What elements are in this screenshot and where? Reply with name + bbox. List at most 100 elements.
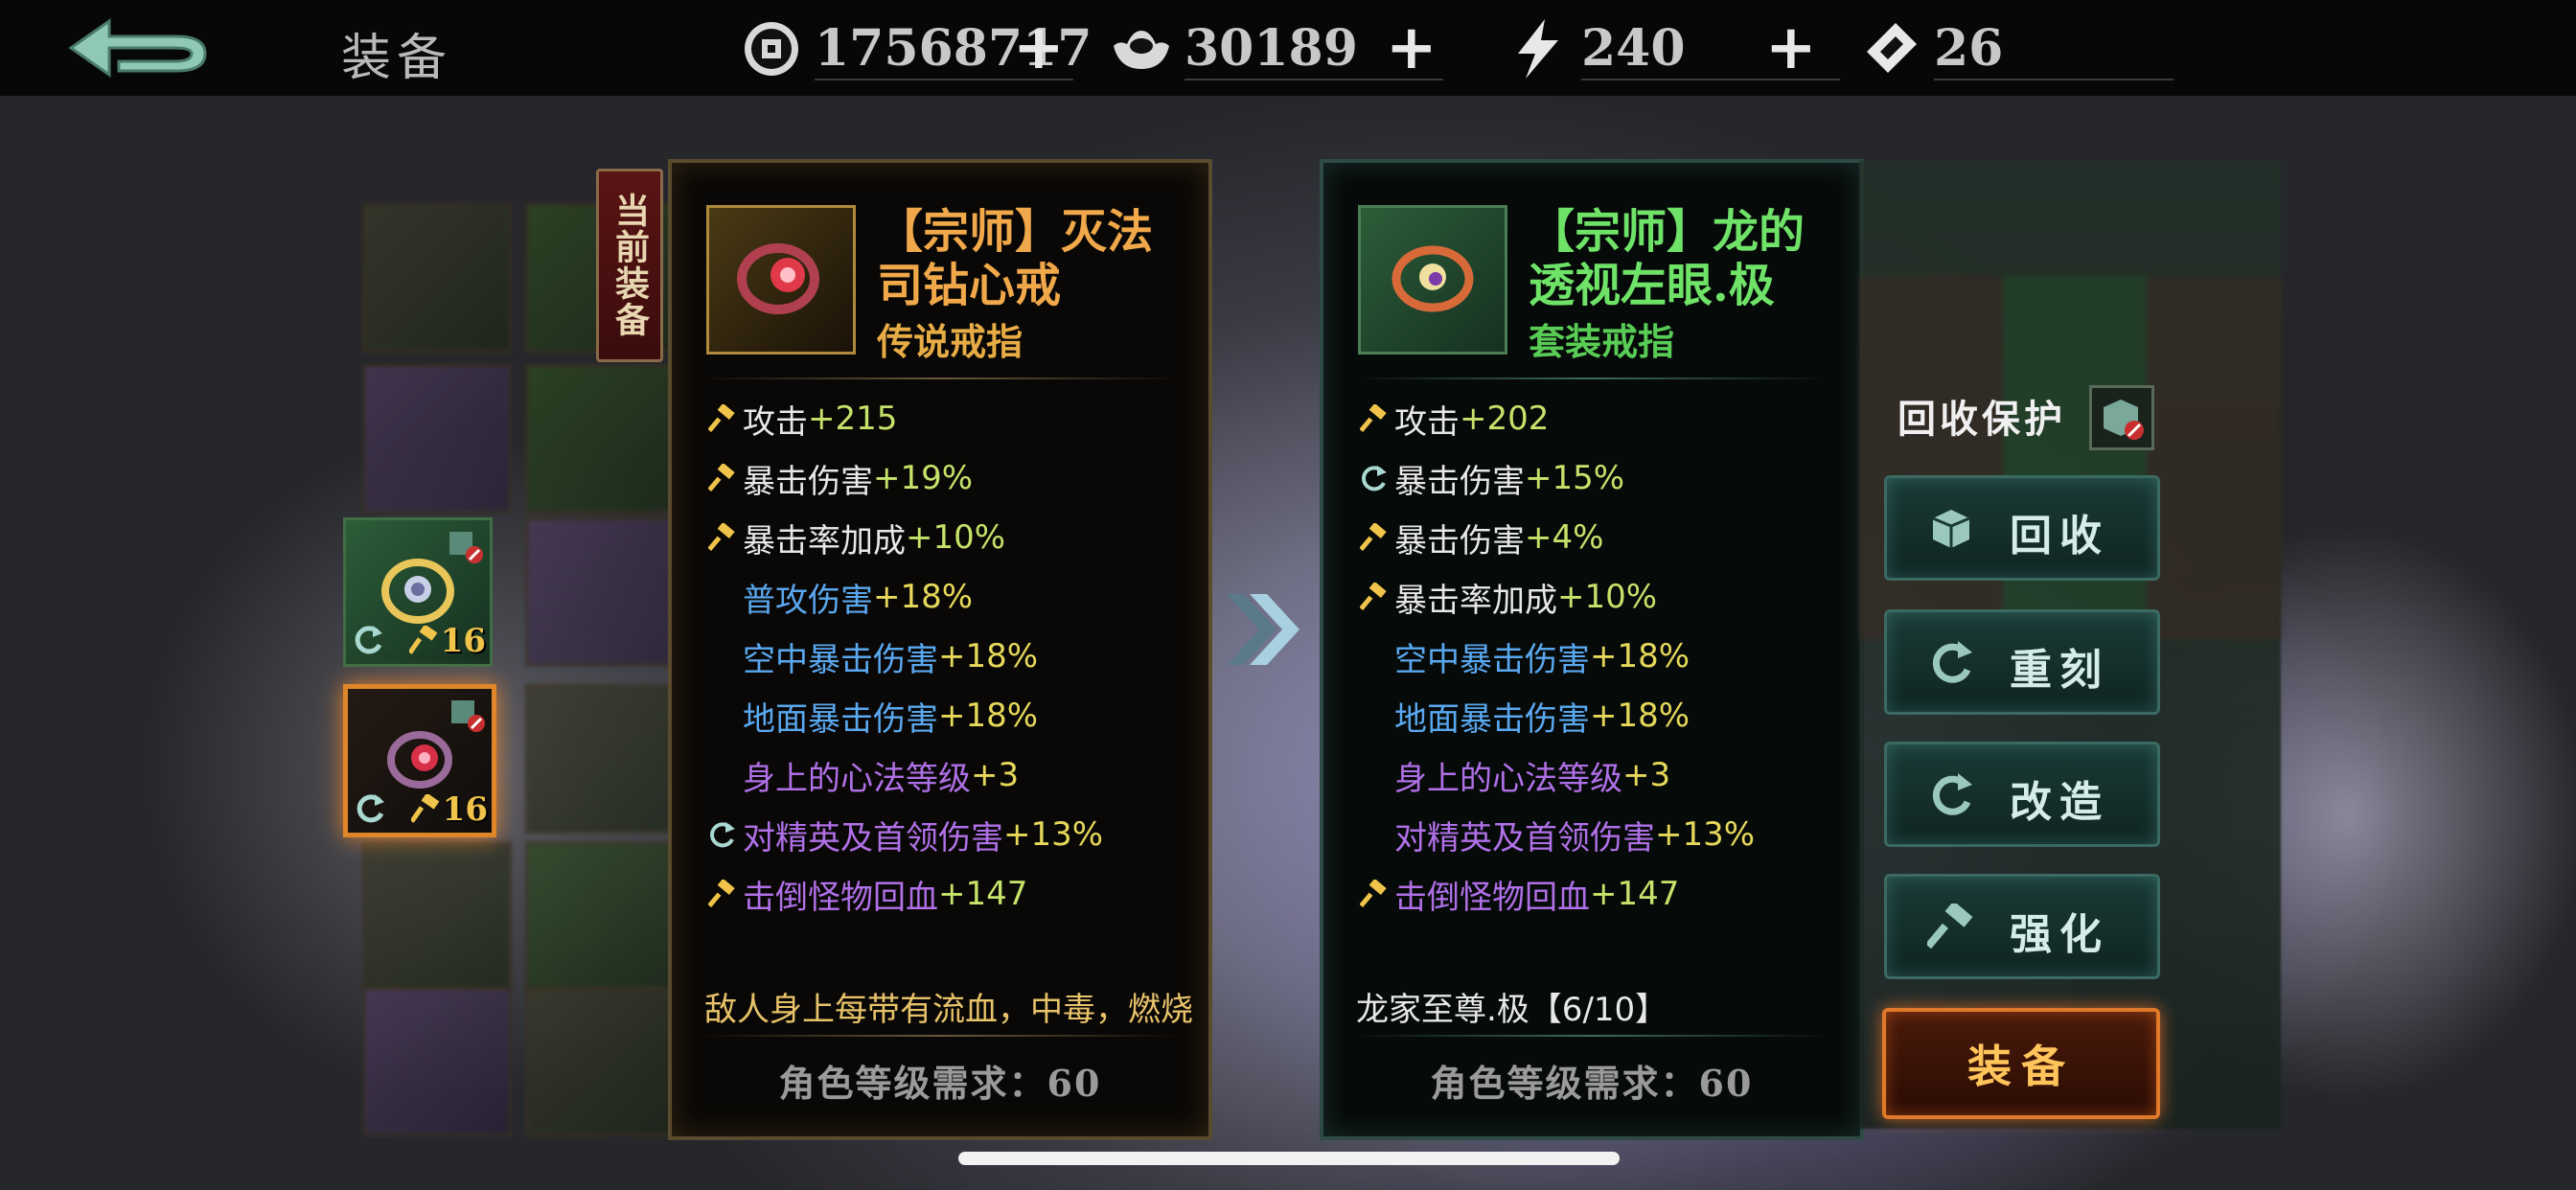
stat-row: 地面暴击伤害 +18% — [1356, 686, 1845, 745]
stat-row: 对精英及首领伤害 +13% — [1356, 805, 1845, 864]
inventory-slot-ring-selected[interactable]: 16 — [343, 684, 496, 837]
add-energy-button[interactable]: + — [1765, 17, 1817, 79]
stat-value: +10% — [906, 518, 1006, 557]
stat-label: 空中暴击伤害 — [1394, 640, 1590, 679]
hammer-icon — [411, 794, 440, 823]
ring-icon — [737, 243, 819, 314]
inventory-slot[interactable] — [362, 203, 512, 353]
coin-icon — [745, 22, 798, 76]
ticket-counter: 26 — [1859, 10, 2204, 86]
current-item-description: 敌人身上每带有流血，中毒，燃烧 — [704, 991, 1193, 1029]
inventory-slot[interactable] — [525, 517, 675, 667]
recycle-protect-label: 回收保护 — [1898, 397, 2066, 442]
hammer-icon — [708, 880, 735, 908]
stat-value: +18% — [873, 578, 974, 616]
compare-arrow-icon — [1227, 594, 1300, 665]
stat-value: +3 — [971, 756, 1020, 794]
compare-item-type: 套装戒指 — [1529, 320, 1675, 363]
inventory-slot[interactable] — [362, 841, 512, 991]
ticket-icon — [1867, 23, 1917, 73]
add-silver-button[interactable]: + — [1386, 17, 1438, 79]
enhance-button[interactable]: 强化 — [1884, 874, 2160, 979]
stat-label: 地面暴击伤害 — [743, 699, 938, 739]
stat-value: +13% — [1655, 815, 1756, 854]
stat-value: +15% — [1525, 459, 1625, 497]
stat-label: 身上的心法等级 — [743, 759, 971, 798]
inventory-slot[interactable] — [525, 987, 675, 1136]
home-indicator[interactable] — [958, 1152, 1620, 1165]
inventory-slot[interactable] — [362, 987, 512, 1136]
stat-row: 暴击率加成 +10% — [1356, 567, 1845, 627]
stat-row: 暴击伤害 +19% — [704, 448, 1193, 508]
stat-row: 普攻伤害 +18% — [704, 567, 1193, 627]
hammer-icon — [1360, 583, 1387, 611]
stat-row: 对精英及首领伤害 +13% — [704, 805, 1193, 864]
recycle-button[interactable]: 回收 — [1884, 475, 2160, 581]
enhance-label: 强化 — [2010, 910, 2109, 959]
stat-row: 空中暴击伤害 +18% — [704, 627, 1193, 686]
compare-item-stats: 攻击 +202 暴击伤害 +15% 暴击伤害 +4% 暴击率加成 +10% 空中暴击伤害 +18%… — [1356, 389, 1845, 924]
inventory-slot-ring[interactable]: 16 — [343, 517, 493, 667]
ring-icon — [381, 559, 454, 624]
stat-label: 暴击伤害 — [1394, 521, 1525, 561]
stat-label: 对精英及首领伤害 — [1394, 818, 1655, 858]
add-coin-button[interactable]: + — [1013, 17, 1065, 79]
hammer-icon — [409, 626, 438, 654]
stat-label: 地面暴击伤害 — [1394, 699, 1590, 739]
lock-box-icon — [449, 532, 483, 563]
item-level: 16 — [440, 622, 486, 660]
stat-value: +215 — [808, 400, 898, 438]
compare-item-card: 【宗师】龙的透视左眼.极 套装戒指 攻击 +202 暴击伤害 +15% 暴击伤害 +4% 暴… — [1320, 159, 1864, 1140]
silver-counter: 30189 + — [1110, 10, 1455, 86]
stat-label: 普攻伤害 — [743, 581, 873, 620]
current-item-type: 传说戒指 — [877, 320, 1024, 363]
modify-label: 改造 — [2010, 778, 2109, 827]
stat-row: 空中暴击伤害 +18% — [1356, 627, 1845, 686]
lightning-icon — [1518, 19, 1558, 79]
stat-label: 攻击 — [1394, 402, 1460, 442]
back-arrow-icon[interactable] — [61, 13, 215, 82]
stat-value: +147 — [1590, 875, 1680, 913]
compare-item-name: 【宗师】龙的透视左眼.极 — [1529, 205, 1806, 312]
hammer-icon — [708, 464, 735, 492]
ring-icon — [387, 731, 452, 789]
stat-value: +10% — [1557, 578, 1658, 616]
compare-item-thumbnail — [1358, 205, 1507, 355]
equip-button[interactable]: 装备 — [1882, 1008, 2160, 1119]
reforge-button[interactable]: 重刻 — [1884, 609, 2160, 715]
stat-row: 暴击伤害 +15% — [1356, 448, 1845, 508]
recycle-label: 回收 — [2010, 512, 2109, 561]
modify-button[interactable]: 改造 — [1884, 742, 2160, 847]
stat-row: 身上的心法等级 +3 — [704, 745, 1193, 805]
hammer-icon — [1927, 904, 1973, 950]
stat-value: +18% — [1590, 697, 1690, 735]
hammer-icon — [1360, 404, 1387, 433]
inventory-slot[interactable] — [525, 841, 675, 991]
stat-value: +202 — [1460, 400, 1550, 438]
stat-row: 暴击伤害 +4% — [1356, 508, 1845, 567]
page-title: 装备 — [341, 30, 453, 87]
refresh-icon — [1932, 641, 1972, 683]
compare-item-set-info: 龙家至尊.极【6/10】 — [1356, 991, 1668, 1029]
stat-label: 暴击率加成 — [743, 521, 906, 561]
cube-icon — [1932, 510, 1970, 548]
refresh-icon — [1932, 773, 1972, 815]
lock-box-icon — [451, 700, 485, 732]
inventory-slot[interactable] — [362, 364, 512, 514]
stat-value: +18% — [1590, 637, 1690, 675]
stat-row: 击倒怪物回血 +147 — [1356, 864, 1845, 924]
stat-row: 攻击 +202 — [1356, 389, 1845, 448]
refresh-icon — [356, 794, 384, 823]
inventory-slot[interactable] — [525, 684, 675, 834]
compare-item-requirement: 角色等级需求：60 — [1430, 1062, 1754, 1105]
energy-counter: 240 + — [1506, 10, 1852, 86]
inventory-slot[interactable] — [525, 364, 675, 514]
stat-value: +18% — [938, 637, 1039, 675]
lock-box-icon — [2104, 400, 2144, 440]
stat-value: +13% — [1003, 815, 1104, 854]
current-item-requirement: 角色等级需求：60 — [778, 1062, 1102, 1105]
recycle-protect-toggle[interactable] — [2089, 385, 2154, 450]
stat-value: +18% — [938, 697, 1039, 735]
current-item-thumbnail — [706, 205, 856, 355]
stat-label: 对精英及首领伤害 — [743, 818, 1003, 858]
